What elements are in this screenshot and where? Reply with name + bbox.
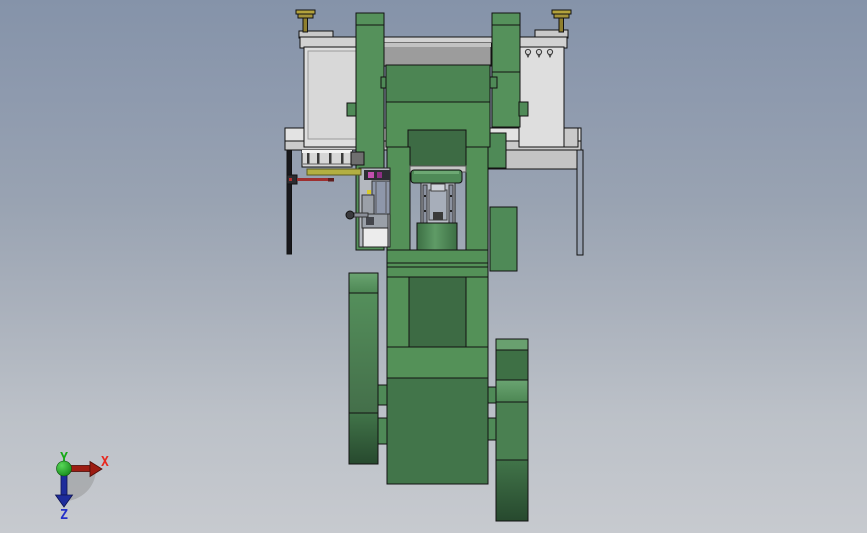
magenta-connector-1: [368, 172, 374, 178]
right-support-leg: [576, 149, 584, 256]
left-wheel: [348, 272, 379, 465]
axis-z-label: Z: [60, 508, 68, 523]
body-bottom-block: [386, 377, 489, 485]
inner-dark-panel: [408, 276, 467, 348]
actuator-cylinder: [416, 222, 458, 253]
magenta-connector-2: [377, 172, 382, 178]
right-wheel: [495, 338, 529, 522]
orientation-triad: Y X Z: [54, 451, 109, 523]
yellow-indicator: [367, 190, 371, 194]
central-actuator: [410, 169, 463, 253]
right-screw: [551, 9, 572, 33]
model-svg: Y X Z: [54, 9, 584, 523]
red-rod: [286, 174, 334, 185]
axis-x-label: X: [101, 455, 109, 470]
origin-sphere: [56, 460, 72, 477]
yellow-strip: [306, 168, 362, 176]
actuator-slide: [420, 182, 456, 229]
left-support-leg: [286, 149, 292, 255]
cad-viewport[interactable]: Y X Z: [0, 0, 867, 533]
machine-model: [284, 9, 584, 522]
right-side-panel: [518, 46, 565, 148]
upper-dark-panel: [407, 129, 467, 168]
shelf-dark-box: [350, 151, 365, 166]
left-shelf: [301, 149, 365, 168]
left-screw: [295, 9, 316, 33]
left-tool-assembly: [358, 167, 391, 248]
white-box: [362, 227, 389, 248]
